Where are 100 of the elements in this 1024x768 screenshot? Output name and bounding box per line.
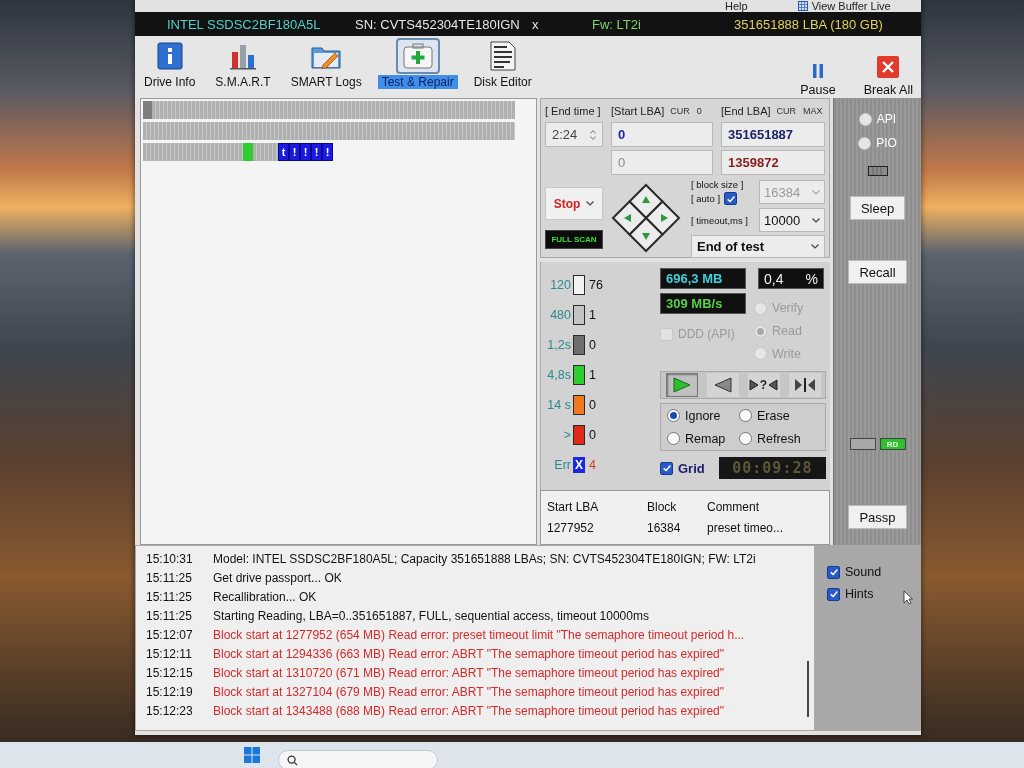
grid-icon [797, 1, 808, 11]
scan-cursor-block [143, 101, 152, 119]
log-message: Block start at 1294336 (663 MB) Read error: ABRT "The semaphore timeout period has expired" [213, 646, 724, 661]
radio-button[interactable] [667, 432, 680, 445]
legend-count: 4 [589, 458, 596, 472]
log-message: Get drive passport... OK [213, 570, 342, 585]
processed-display: 696,3 MB [660, 268, 746, 289]
current-lba-field: 1359872 [721, 150, 825, 175]
table-cell-text: 1277952 [547, 520, 595, 535]
error-marker: X [573, 457, 585, 473]
indicator-lamp-icon [867, 166, 888, 176]
log-message: Block start at 1310720 (671 MB) Read error: ABRT "The semaphore timeout period has expired" [213, 665, 724, 680]
cur-button[interactable]: CUR [669, 106, 691, 116]
scrollbar-thumb[interactable] [807, 661, 809, 717]
play-icon [672, 377, 691, 393]
search-field[interactable] [278, 750, 438, 768]
radio-button[interactable] [667, 409, 680, 422]
radio-button[interactable] [739, 432, 752, 445]
checkbox[interactable] [827, 587, 840, 601]
direction-button[interactable]: ? [747, 373, 780, 397]
log-message: Block start at 1327104 (679 MB) Read error: ABRT "The semaphore timeout period has expired" [213, 684, 724, 699]
log-time: 15:12:07 [146, 627, 194, 642]
scanned-blocks-segment [253, 143, 278, 161]
close-drive-button[interactable]: x [532, 16, 539, 32]
error-block-marker: ! [300, 143, 311, 161]
info-book-icon [156, 42, 183, 70]
log-message: Starting Reading, LBA=0..351651887, FULL, sequential access, timeout 10000ms [213, 608, 649, 623]
log-time: 15:12:11 [146, 646, 193, 661]
legend-label: > [562, 428, 571, 442]
start-position-field: 0 [611, 150, 713, 175]
passport-button[interactable]: Passp [848, 505, 907, 529]
radio-label[interactable]: Erase [757, 408, 790, 423]
radio-label[interactable]: Ignore [685, 408, 721, 423]
log-time: 15:10:31 [146, 551, 194, 566]
toolbar-button[interactable]: Break All [863, 56, 913, 97]
radio-label[interactable]: Remap [685, 431, 726, 446]
status-indicator: RD [879, 438, 906, 450]
end-time-spinner[interactable]: 2:24 [545, 122, 603, 147]
x-square-icon [877, 56, 900, 78]
toolbar-tab[interactable]: SMART Logs [285, 38, 367, 89]
scan-type-label: FULL SCAN [545, 230, 603, 249]
error-block-marker: ! [322, 143, 333, 161]
side-button[interactable]: Sleep [849, 196, 906, 220]
toolbar-button[interactable]: Pause [800, 64, 836, 97]
reverse-icon [713, 377, 732, 393]
legend-label: 120 [549, 278, 571, 292]
log-time: 15:11:25 [146, 589, 193, 604]
log-message: Model: INTEL SSDSC2BF180A5L; Capacity 351651888 LBAs; SN: CVTS452304TE180IGN; FW: LT2i [213, 551, 756, 566]
toolbar-tab[interactable]: Test & Repair [376, 38, 459, 89]
legend-label: 480 [549, 308, 571, 322]
log-time: 15:12:15 [146, 665, 194, 680]
inward-arrows-icon [793, 378, 816, 392]
radio-button[interactable] [739, 409, 752, 422]
legend-count: 0 [589, 398, 596, 412]
drive-capacity: 351651888 LBA (180 GB) [734, 16, 884, 32]
column-header: Comment [707, 499, 760, 514]
timeout-dropdown[interactable]: 10000 [759, 208, 825, 232]
direction-button[interactable] [706, 373, 739, 397]
legend-label: Err [553, 458, 571, 472]
first-aid-kit-icon [402, 43, 433, 69]
checkbox-label[interactable]: Hints [845, 587, 874, 601]
legend-label: 4,8s [546, 368, 571, 382]
speed-display: 309 MB/s [660, 293, 746, 314]
side-button[interactable]: Recall [848, 260, 907, 284]
cur-button[interactable]: CUR [775, 106, 798, 116]
checkbox-label[interactable]: Grid [678, 460, 705, 476]
zero-button[interactable]: 0 [695, 106, 703, 116]
legend-count: 1 [589, 368, 596, 382]
dropdown-caret-icon [812, 217, 820, 223]
direction-button[interactable] [788, 373, 821, 397]
left-arrow-button[interactable] [611, 200, 648, 236]
timer-display: 00:09:28 [718, 457, 826, 479]
radio-label[interactable]: Refresh [757, 431, 801, 446]
stop-button[interactable]: Stop [545, 187, 603, 220]
checkbox[interactable] [660, 461, 673, 475]
checkbox-label[interactable]: Sound [845, 565, 882, 579]
start-icon[interactable] [244, 747, 260, 763]
column-header: Block [647, 499, 678, 514]
log-time: 15:12:19 [146, 684, 194, 699]
toolbar-tab[interactable]: Disk Editor [468, 38, 537, 89]
max-button[interactable]: MAX [802, 106, 824, 116]
toolbar-tab[interactable]: S.M.A.R.T [210, 38, 276, 89]
legend-count: 76 [589, 278, 603, 292]
bar-chart-icon [229, 42, 258, 70]
percent-display: 0,4 % [758, 268, 824, 289]
toolbar-tab[interactable]: Drive Info [139, 38, 201, 89]
end-time-label: [ End time ] [545, 105, 601, 117]
menu-item[interactable]: Help [725, 0, 748, 12]
menu-item[interactable]: View Buffer Live [797, 0, 891, 12]
timeout-label: [ timeout,ms ] [691, 214, 749, 226]
end-lba-field[interactable]: 351651887 [721, 122, 825, 147]
start-lba-label: [Start LBA] [611, 105, 665, 117]
checkbox[interactable] [827, 565, 840, 579]
table-cell-text: 16384 [647, 520, 682, 535]
search-icon [287, 754, 298, 766]
block-size-label: [ block size ] [691, 179, 745, 190]
start-lba-field[interactable]: 0 [611, 122, 713, 147]
end-action-dropdown[interactable]: End of test [691, 235, 825, 258]
mouse-pointer-icon [903, 590, 913, 605]
log-message: Block start at 1343488 (688 MB) Read error: ABRT "The semaphore timeout period has expired" [213, 703, 724, 718]
